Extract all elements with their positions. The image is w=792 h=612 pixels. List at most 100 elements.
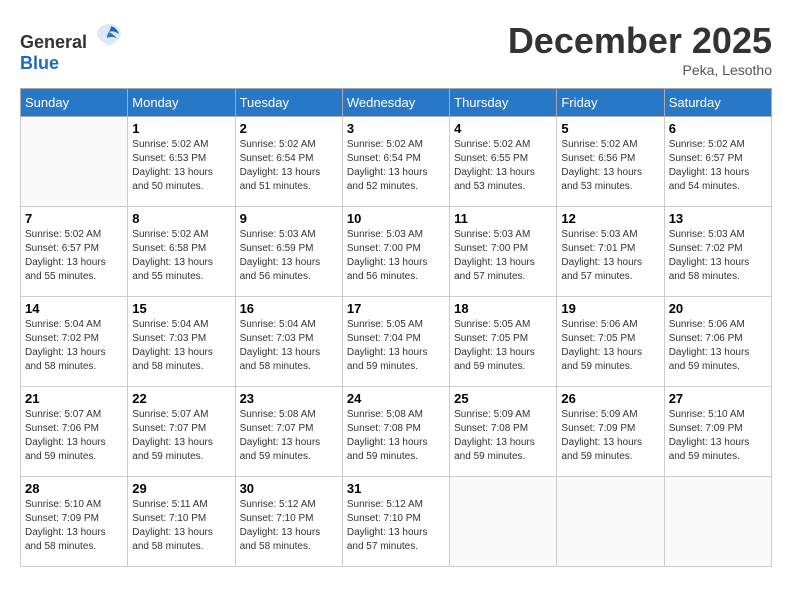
- weekday-header-saturday: Saturday: [664, 89, 771, 117]
- calendar-body: 1Sunrise: 5:02 AM Sunset: 6:53 PM Daylig…: [21, 117, 772, 567]
- cell-info: Sunrise: 5:04 AM Sunset: 7:03 PM Dayligh…: [240, 318, 338, 374]
- cell-info: Sunrise: 5:02 AM Sunset: 6:57 PM Dayligh…: [25, 228, 123, 284]
- title-area: December 2025 Peka, Lesotho: [508, 20, 772, 78]
- day-number: 8: [132, 211, 230, 226]
- cell-info: Sunrise: 5:05 AM Sunset: 7:05 PM Dayligh…: [454, 318, 552, 374]
- day-number: 17: [347, 301, 445, 316]
- calendar-week-2: 14 Sunrise: 5:04 AM Sunset: 7:02 PM Dayli…: [21, 297, 772, 387]
- calendar-cell: 7 Sunrise: 5:02 AM Sunset: 6:57 PM Daylig…: [21, 207, 128, 297]
- calendar-cell: 9Sunrise: 5:03 AM Sunset: 6:59 PM Daylig…: [235, 207, 342, 297]
- cell-info: Sunrise: 5:08 AM Sunset: 7:07 PM Dayligh…: [240, 408, 338, 464]
- cell-info: Sunrise: 5:06 AM Sunset: 7:05 PM Dayligh…: [561, 318, 659, 374]
- cell-info: Sunrise: 5:02 AM Sunset: 6:54 PM Dayligh…: [240, 138, 338, 194]
- day-number: 18: [454, 301, 552, 316]
- calendar-cell: 2 Sunrise: 5:02 AM Sunset: 6:54 PM Daylig…: [235, 117, 342, 207]
- day-number: 22: [132, 391, 230, 406]
- logo-bird-icon: [95, 20, 123, 48]
- weekday-header-friday: Friday: [557, 89, 664, 117]
- calendar-week-4: 28 Sunrise: 5:10 AM Sunset: 7:09 PM Dayli…: [21, 477, 772, 567]
- cell-info: Sunrise: 5:12 AM Sunset: 7:10 PM Dayligh…: [240, 498, 338, 554]
- day-number: 21: [25, 391, 123, 406]
- day-number: 10: [347, 211, 445, 226]
- calendar-cell: 17 Sunrise: 5:05 AM Sunset: 7:04 PM Dayli…: [342, 297, 449, 387]
- weekday-header-wednesday: Wednesday: [342, 89, 449, 117]
- calendar-cell: 27 Sunrise: 5:10 AM Sunset: 7:09 PM Dayli…: [664, 387, 771, 477]
- day-number: 30: [240, 481, 338, 496]
- cell-info: Sunrise: 5:02 AM Sunset: 6:54 PM Dayligh…: [347, 138, 445, 194]
- day-number: 26: [561, 391, 659, 406]
- calendar-cell: 11 Sunrise: 5:03 AM Sunset: 7:00 PM Dayli…: [450, 207, 557, 297]
- calendar-cell: 15Sunrise: 5:04 AM Sunset: 7:03 PM Dayli…: [128, 297, 235, 387]
- cell-info: Sunrise: 5:04 AM Sunset: 7:02 PM Dayligh…: [25, 318, 123, 374]
- calendar-cell: 30 Sunrise: 5:12 AM Sunset: 7:10 PM Dayli…: [235, 477, 342, 567]
- logo-blue: Blue: [20, 53, 59, 73]
- calendar-cell: 3 Sunrise: 5:02 AM Sunset: 6:54 PM Daylig…: [342, 117, 449, 207]
- calendar-cell: 26 Sunrise: 5:09 AM Sunset: 7:09 PM Dayli…: [557, 387, 664, 477]
- cell-info: Sunrise: 5:10 AM Sunset: 7:09 PM Dayligh…: [25, 498, 123, 554]
- day-number: 2: [240, 121, 338, 136]
- weekday-header-sunday: Sunday: [21, 89, 128, 117]
- cell-info: Sunrise: 5:09 AM Sunset: 7:09 PM Dayligh…: [561, 408, 659, 464]
- day-number: 29: [132, 481, 230, 496]
- day-number: 23: [240, 391, 338, 406]
- day-number: 27: [669, 391, 767, 406]
- day-number: 12: [561, 211, 659, 226]
- calendar-cell: 10 Sunrise: 5:03 AM Sunset: 7:00 PM Dayli…: [342, 207, 449, 297]
- calendar-cell: 22Sunrise: 5:07 AM Sunset: 7:07 PM Dayli…: [128, 387, 235, 477]
- calendar-cell: [557, 477, 664, 567]
- cell-info: Sunrise: 5:05 AM Sunset: 7:04 PM Dayligh…: [347, 318, 445, 374]
- calendar: SundayMondayTuesdayWednesdayThursdayFrid…: [20, 88, 772, 567]
- weekday-row: SundayMondayTuesdayWednesdayThursdayFrid…: [21, 89, 772, 117]
- day-number: 16: [240, 301, 338, 316]
- calendar-cell: 24 Sunrise: 5:08 AM Sunset: 7:08 PM Dayli…: [342, 387, 449, 477]
- day-number: 28: [25, 481, 123, 496]
- calendar-cell: [664, 477, 771, 567]
- cell-info: Sunrise: 5:06 AM Sunset: 7:06 PM Dayligh…: [669, 318, 767, 374]
- cell-info: Sunrise: 5:08 AM Sunset: 7:08 PM Dayligh…: [347, 408, 445, 464]
- calendar-cell: 19Sunrise: 5:06 AM Sunset: 7:05 PM Dayli…: [557, 297, 664, 387]
- cell-info: Sunrise: 5:03 AM Sunset: 7:00 PM Dayligh…: [454, 228, 552, 284]
- calendar-week-1: 7 Sunrise: 5:02 AM Sunset: 6:57 PM Daylig…: [21, 207, 772, 297]
- calendar-cell: 1Sunrise: 5:02 AM Sunset: 6:53 PM Daylig…: [128, 117, 235, 207]
- calendar-cell: 5Sunrise: 5:02 AM Sunset: 6:56 PM Daylig…: [557, 117, 664, 207]
- calendar-header: SundayMondayTuesdayWednesdayThursdayFrid…: [21, 89, 772, 117]
- day-number: 6: [669, 121, 767, 136]
- cell-info: Sunrise: 5:09 AM Sunset: 7:08 PM Dayligh…: [454, 408, 552, 464]
- cell-info: Sunrise: 5:04 AM Sunset: 7:03 PM Dayligh…: [132, 318, 230, 374]
- calendar-cell: [450, 477, 557, 567]
- calendar-cell: 21 Sunrise: 5:07 AM Sunset: 7:06 PM Dayli…: [21, 387, 128, 477]
- cell-info: Sunrise: 5:10 AM Sunset: 7:09 PM Dayligh…: [669, 408, 767, 464]
- cell-info: Sunrise: 5:07 AM Sunset: 7:06 PM Dayligh…: [25, 408, 123, 464]
- day-number: 4: [454, 121, 552, 136]
- calendar-week-0: 1Sunrise: 5:02 AM Sunset: 6:53 PM Daylig…: [21, 117, 772, 207]
- calendar-cell: 12 Sunrise: 5:03 AM Sunset: 7:01 PM Dayli…: [557, 207, 664, 297]
- calendar-cell: 25Sunrise: 5:09 AM Sunset: 7:08 PM Dayli…: [450, 387, 557, 477]
- cell-info: Sunrise: 5:03 AM Sunset: 7:01 PM Dayligh…: [561, 228, 659, 284]
- calendar-cell: 8 Sunrise: 5:02 AM Sunset: 6:58 PM Daylig…: [128, 207, 235, 297]
- day-number: 24: [347, 391, 445, 406]
- day-number: 7: [25, 211, 123, 226]
- cell-info: Sunrise: 5:02 AM Sunset: 6:55 PM Dayligh…: [454, 138, 552, 194]
- day-number: 31: [347, 481, 445, 496]
- day-number: 9: [240, 211, 338, 226]
- cell-info: Sunrise: 5:02 AM Sunset: 6:58 PM Dayligh…: [132, 228, 230, 284]
- cell-info: Sunrise: 5:03 AM Sunset: 7:00 PM Dayligh…: [347, 228, 445, 284]
- calendar-cell: 6Sunrise: 5:02 AM Sunset: 6:57 PM Daylig…: [664, 117, 771, 207]
- calendar-cell: 29 Sunrise: 5:11 AM Sunset: 7:10 PM Dayli…: [128, 477, 235, 567]
- cell-info: Sunrise: 5:12 AM Sunset: 7:10 PM Dayligh…: [347, 498, 445, 554]
- weekday-header-monday: Monday: [128, 89, 235, 117]
- weekday-header-tuesday: Tuesday: [235, 89, 342, 117]
- logo-text: General Blue: [20, 20, 123, 74]
- month-title: December 2025: [508, 20, 772, 62]
- calendar-cell: 16 Sunrise: 5:04 AM Sunset: 7:03 PM Dayli…: [235, 297, 342, 387]
- cell-info: Sunrise: 5:03 AM Sunset: 7:02 PM Dayligh…: [669, 228, 767, 284]
- calendar-cell: 23 Sunrise: 5:08 AM Sunset: 7:07 PM Dayli…: [235, 387, 342, 477]
- calendar-cell: [21, 117, 128, 207]
- cell-info: Sunrise: 5:11 AM Sunset: 7:10 PM Dayligh…: [132, 498, 230, 554]
- day-number: 11: [454, 211, 552, 226]
- header: General Blue December 2025 Peka, Lesotho: [20, 20, 772, 78]
- day-number: 3: [347, 121, 445, 136]
- calendar-cell: 13Sunrise: 5:03 AM Sunset: 7:02 PM Dayli…: [664, 207, 771, 297]
- day-number: 14: [25, 301, 123, 316]
- calendar-cell: 14 Sunrise: 5:04 AM Sunset: 7:02 PM Dayli…: [21, 297, 128, 387]
